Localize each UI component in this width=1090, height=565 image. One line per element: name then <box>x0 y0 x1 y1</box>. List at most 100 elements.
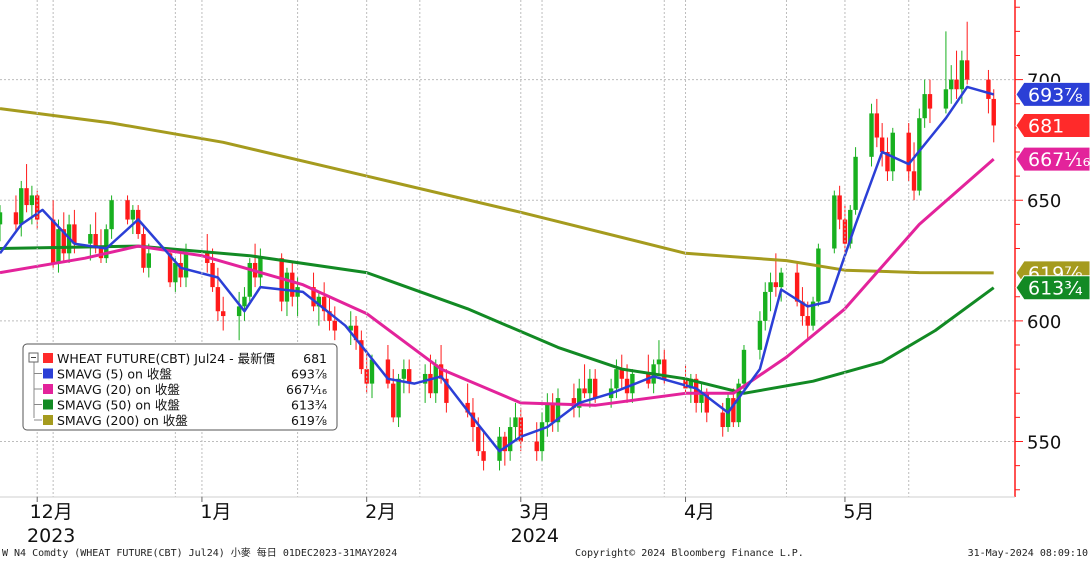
candle-body <box>959 60 965 90</box>
candle-body <box>922 94 927 119</box>
chart-root: 550 600 650 700 693⅞ 681 667¹⁄₁₆ 619⅞ 613¾ 12月 2… <box>0 0 1090 560</box>
candle-body <box>507 427 513 452</box>
candle-body <box>290 272 295 297</box>
candle-body <box>763 291 768 321</box>
candle-body <box>50 219 56 263</box>
candle-body <box>890 132 895 172</box>
legend-value: 693⅞ <box>291 367 327 382</box>
candle-body <box>853 156 858 210</box>
candle-body <box>582 388 587 394</box>
candle-body <box>757 320 763 350</box>
x-year-label: 2024 <box>511 525 559 547</box>
candle-body <box>19 188 24 225</box>
legend-swatch <box>43 368 53 379</box>
y-tick-label: 550 <box>1027 433 1061 454</box>
legend-swatch <box>43 353 53 363</box>
candle-body <box>109 200 114 230</box>
candle-body <box>391 383 396 418</box>
x-tick-label: 2月 <box>365 501 396 523</box>
candle-body <box>428 373 433 394</box>
legend-value: 667¹⁄₁₆ <box>286 382 327 397</box>
candle-body <box>773 282 779 288</box>
candle-body <box>550 402 555 423</box>
candle-body <box>587 378 593 394</box>
price-chart: 550600650700 693⅞681667¹⁄₁₆619⅞613¾ 12月2… <box>0 0 1090 559</box>
x-tick-label: 1月 <box>200 501 231 523</box>
candle-body <box>943 89 949 109</box>
candle-body <box>720 412 725 428</box>
legend-label: SMAVG (200) on 收盤 <box>57 413 188 428</box>
candle-body <box>125 200 130 220</box>
candle-body <box>986 79 991 99</box>
candle-body <box>778 272 784 288</box>
x-year-label: 2023 <box>27 525 75 547</box>
candle-body <box>173 262 178 283</box>
legend-label: SMAVG (50) on 收盤 <box>57 398 180 413</box>
x-axis: 12月2023 1月 2月 3月2024 4月 5月 <box>0 0 1015 547</box>
x-tick-label: 5月 <box>843 501 874 523</box>
price-tag-label: 667¹⁄₁₆ <box>1028 149 1090 171</box>
y-tick-label: 650 <box>1027 191 1061 212</box>
footer-security-info: W N4 Comdty (WHEAT FUTURE(CBT) Jul24) 小麥… <box>2 546 397 559</box>
candle-body <box>258 258 263 278</box>
candle-body <box>879 137 885 152</box>
candle-body <box>592 378 598 399</box>
x-tick-label: 3月 <box>519 501 550 523</box>
y-tick-label: 600 <box>1027 312 1061 333</box>
footer-timestamp: 31-May-2024 08:09:10 <box>968 548 1088 559</box>
candle-body <box>396 378 401 418</box>
candle-body <box>146 253 151 268</box>
legend: WHEAT FUTURE(CBT) Jul24 - 最新價 681 SMAVG (5… <box>22 343 338 431</box>
legend-value: 619⅞ <box>291 413 327 428</box>
candle-body <box>29 195 35 206</box>
candle-body <box>805 316 810 326</box>
legend-value: 681 <box>303 351 327 366</box>
candle-body <box>0 212 3 225</box>
candle-body <box>401 369 407 379</box>
candle-body <box>906 132 911 172</box>
legend-swatch <box>43 415 53 425</box>
candle-body <box>545 402 550 423</box>
candle-body <box>816 248 821 302</box>
candle-body <box>24 188 29 206</box>
price-tag-label: 681 <box>1028 115 1064 137</box>
candle-body <box>832 195 837 249</box>
candle-body <box>949 79 954 90</box>
candle-body <box>183 253 189 278</box>
candle-body <box>539 422 545 452</box>
candle-body <box>964 60 970 80</box>
legend-label: WHEAT FUTURE(CBT) Jul24 - 最新價 <box>57 351 276 366</box>
candle-body <box>13 212 19 225</box>
candle-body <box>284 272 290 302</box>
candle-body <box>927 94 933 109</box>
candle-body <box>991 98 996 126</box>
x-tick-label: 12月 <box>30 501 73 523</box>
legend-swatch <box>43 399 53 410</box>
candle-body <box>869 113 874 157</box>
candle-body <box>141 234 146 268</box>
candle-body <box>534 441 539 452</box>
candle-body <box>614 369 619 389</box>
legend-value: 613¾ <box>291 398 327 413</box>
candle-body <box>88 234 93 244</box>
candle-body <box>242 296 247 307</box>
candle-body <box>513 417 518 428</box>
price-tag-label: 693⅞ <box>1028 84 1083 106</box>
candle-body <box>954 79 959 90</box>
candle-body <box>911 171 917 191</box>
candle-body <box>215 287 221 312</box>
candle-body <box>874 113 880 138</box>
candle-body <box>332 320 337 331</box>
y-axis: 550600650700 <box>1014 0 1061 497</box>
candle-body <box>130 209 136 220</box>
candle-body <box>476 427 481 452</box>
candle-body <box>481 451 486 461</box>
candle-body <box>768 282 773 292</box>
candle-body <box>220 311 226 317</box>
candle-body <box>369 359 375 384</box>
legend-label: SMAVG (20) on 收盤 <box>57 382 180 397</box>
legend-swatch <box>43 384 53 394</box>
candle-body <box>741 349 747 384</box>
legend-label: SMAVG (5) on 收盤 <box>57 367 172 382</box>
candle-body <box>837 195 842 220</box>
